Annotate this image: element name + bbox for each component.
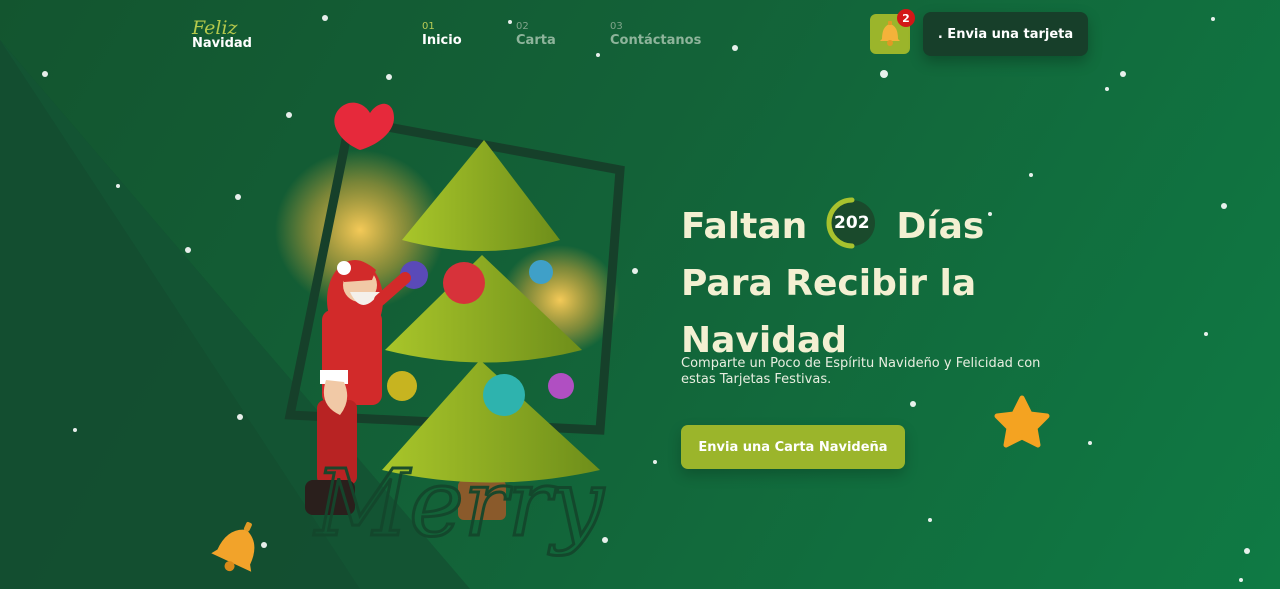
days-counter: 202 bbox=[826, 197, 878, 249]
hero-title-word: Días bbox=[896, 206, 985, 247]
hero-title: Faltan 202 Días Para Recibir la Navidad bbox=[681, 197, 1101, 369]
nav-item-inicio[interactable]: 01 Inicio bbox=[422, 21, 462, 49]
hero-subtitle: Comparte un Poco de Espíritu Navideño y … bbox=[681, 356, 1041, 387]
logo-script-text: Feliz bbox=[192, 17, 238, 39]
nav-item-contactanos[interactable]: 03 Contáctanos bbox=[610, 21, 701, 49]
nav-item-carta[interactable]: 02 Carta bbox=[516, 21, 556, 49]
logo-main-text: Navidad bbox=[192, 36, 252, 51]
nav-item-label: Inicio bbox=[422, 33, 462, 48]
nav-item-label: Carta bbox=[516, 33, 556, 48]
hero-title-word: Faltan bbox=[681, 206, 808, 247]
nav-item-number: 02 bbox=[516, 21, 529, 32]
merry-script-text: Merry bbox=[313, 450, 605, 557]
nav-item-number: 01 bbox=[422, 21, 435, 32]
nav-item-number: 03 bbox=[610, 21, 623, 32]
bell-decoration bbox=[211, 522, 255, 572]
logo[interactable]: Feliz Navidad bbox=[192, 18, 252, 51]
bell-icon bbox=[880, 21, 900, 46]
send-card-header-button[interactable]: . Envia una tarjeta bbox=[923, 12, 1088, 56]
notification-count-badge: 2 bbox=[897, 9, 915, 27]
star-decoration bbox=[994, 395, 1050, 448]
nav-item-label: Contáctanos bbox=[610, 33, 702, 48]
send-christmas-card-button[interactable]: Envia una Carta Navideña bbox=[681, 425, 905, 469]
hero-title-line: Para Recibir la bbox=[681, 263, 977, 304]
days-counter-value: 202 bbox=[834, 212, 870, 233]
